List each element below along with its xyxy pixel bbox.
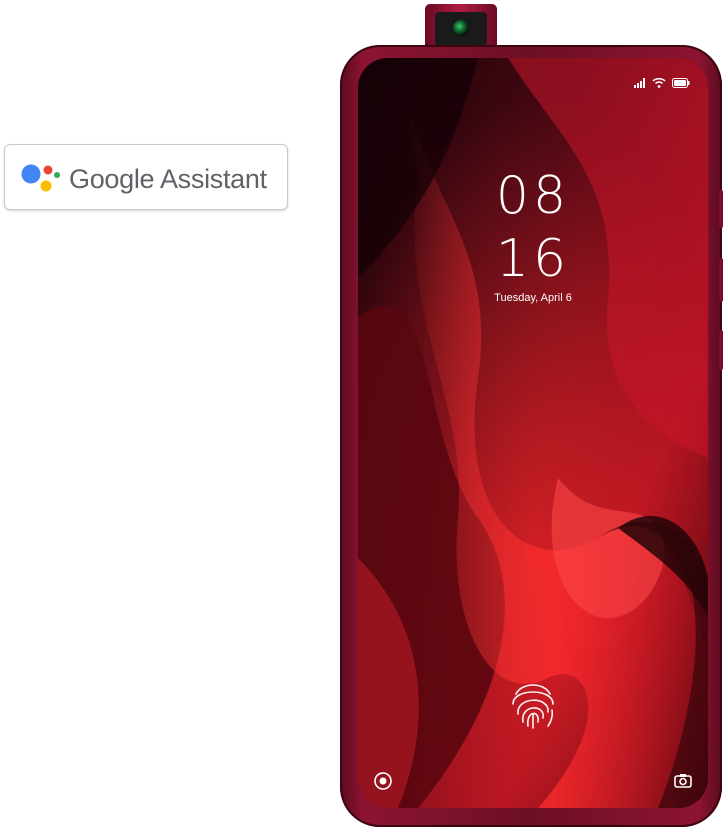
product-image: Google Assistant 08 16 Tuesday, April 6 <box>0 0 727 832</box>
google-assistant-icon <box>21 164 60 192</box>
wifi-icon <box>652 78 666 88</box>
camera-icon[interactable] <box>672 770 694 792</box>
camera-shortcut-icon[interactable] <box>372 770 394 792</box>
battery-icon <box>672 78 690 88</box>
lockscreen-date: Tuesday, April 6 <box>494 292 572 304</box>
volume-button <box>719 190 723 228</box>
status-bar <box>634 78 690 88</box>
clock-minutes: 16 <box>495 229 571 289</box>
google-assistant-label: Google Assistant <box>69 164 267 194</box>
fingerprint-icon[interactable] <box>508 676 558 730</box>
popup-camera <box>425 4 497 50</box>
power-button <box>719 330 723 370</box>
camera-lens-icon <box>453 20 469 36</box>
signal-icon <box>634 78 645 88</box>
clock-hours: 08 <box>495 166 571 226</box>
volume-button-2 <box>719 258 723 302</box>
lock-screen: 08 16 Tuesday, April 6 <box>358 58 708 808</box>
google-assistant-badge: Google Assistant <box>4 144 288 210</box>
